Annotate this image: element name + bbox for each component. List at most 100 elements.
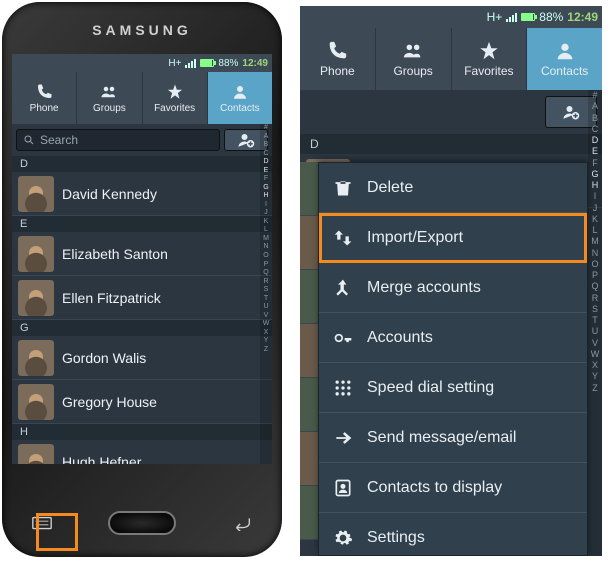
back-icon	[231, 515, 253, 531]
groups-icon	[402, 40, 424, 62]
arrow-right-icon	[333, 428, 353, 448]
tab-label: Contacts	[541, 64, 588, 78]
status-bar: H+ 88% 12:49	[300, 6, 602, 28]
trash-icon	[333, 178, 353, 198]
network-type-icon: H+	[168, 58, 181, 69]
menu-import-export[interactable]: Import/Export	[319, 213, 587, 263]
menu-delete[interactable]: Delete	[319, 163, 587, 213]
tab-groups[interactable]: Groups	[376, 28, 452, 90]
signal-icon	[506, 13, 517, 22]
tab-label: Groups	[93, 103, 126, 114]
search-icon	[23, 134, 35, 146]
tab-favorites[interactable]: Favorites	[452, 28, 528, 90]
menu-speed-dial[interactable]: Speed dial setting	[319, 363, 587, 413]
gear-icon	[333, 528, 353, 548]
top-tabs: Phone Groups Favorites Contacts	[12, 72, 272, 124]
tab-label: Favorites	[154, 103, 195, 114]
contact-row[interactable]: Elizabeth Santon	[12, 232, 272, 276]
hw-home-button[interactable]	[108, 511, 176, 535]
partial-contact-avatars	[300, 162, 318, 556]
section-header-e: E	[12, 216, 272, 232]
groups-icon	[100, 83, 118, 101]
avatar	[18, 444, 54, 465]
menu-label: Accounts	[367, 329, 433, 347]
menu-label: Import/Export	[367, 229, 463, 247]
menu-send-message[interactable]: Send message/email	[319, 413, 587, 463]
menu-contacts-display[interactable]: Contacts to display	[319, 463, 587, 513]
tab-phone[interactable]: Phone	[12, 72, 77, 124]
contact-row[interactable]: David Kennedy	[12, 172, 272, 216]
contact-row[interactable]: Hugh Hefner	[12, 440, 272, 464]
menu-label: Delete	[367, 179, 413, 197]
contacts-icon	[333, 478, 353, 498]
star-icon	[478, 40, 500, 62]
contact-name: Ellen Fitzpatrick	[62, 290, 161, 306]
tab-favorites[interactable]: Favorites	[143, 72, 208, 124]
key-icon	[333, 328, 353, 348]
tab-contacts[interactable]: Contacts	[208, 72, 272, 124]
person-icon	[554, 40, 576, 62]
context-menu: Delete Import/Export Merge accounts Acco…	[318, 162, 588, 556]
signal-icon	[185, 59, 196, 68]
menu-label: Settings	[367, 529, 425, 547]
phone-device-frame: SAMSUNG H+ 88% 12:49 Phone Groups Favori…	[2, 2, 282, 557]
callout-highlight-menu-button	[36, 513, 78, 551]
phone-icon	[35, 83, 53, 101]
phone-screen: H+ 88% 12:49 Phone Groups Favorites Cont…	[12, 54, 272, 464]
contact-row[interactable]: Ellen Fitzpatrick	[12, 276, 272, 320]
contact-name: Gordon Walis	[62, 350, 146, 366]
contact-name: David Kennedy	[62, 186, 157, 202]
device-brand: SAMSUNG	[2, 22, 282, 38]
menu-accounts[interactable]: Accounts	[319, 313, 587, 363]
tab-label: Groups	[393, 64, 432, 78]
phone-screen-large: H+ 88% 12:49 Phone Groups Favorites Cont…	[300, 6, 602, 556]
search-row: Search	[12, 124, 272, 156]
merge-icon	[333, 278, 353, 298]
tab-groups[interactable]: Groups	[77, 72, 142, 124]
avatar	[18, 176, 54, 212]
menu-settings[interactable]: Settings	[319, 513, 587, 556]
alphabet-index[interactable]: #ABCDEFGHIJKLMNOPQRSTUVWXYZ	[588, 90, 602, 556]
top-tabs: Phone Groups Favorites Contacts	[300, 28, 602, 90]
contact-row[interactable]: Gregory House	[12, 380, 272, 424]
add-person-icon	[237, 131, 255, 149]
avatar	[18, 340, 54, 376]
phone-icon	[326, 40, 348, 62]
menu-label: Contacts to display	[367, 479, 502, 497]
menu-label: Send message/email	[367, 429, 516, 447]
tab-label: Favorites	[464, 64, 513, 78]
tab-label: Phone	[320, 64, 355, 78]
search-placeholder: Search	[40, 133, 78, 147]
contact-row[interactable]: Gordon Walis	[12, 336, 272, 380]
tab-label: Contacts	[220, 103, 259, 114]
star-icon	[166, 83, 184, 101]
dialpad-icon	[333, 378, 353, 398]
battery-icon	[200, 59, 214, 67]
menu-label: Speed dial setting	[367, 379, 494, 397]
alphabet-index[interactable]: #ABCDEFGHIJKLMNOPQRSTUVWXYZ	[260, 124, 272, 464]
section-header-h: H	[12, 424, 272, 440]
battery-percentage: 88%	[218, 58, 238, 69]
menu-merge-accounts[interactable]: Merge accounts	[319, 263, 587, 313]
search-row	[300, 90, 602, 134]
avatar	[18, 384, 54, 420]
network-type-icon: H+	[487, 10, 503, 24]
tab-contacts[interactable]: Contacts	[527, 28, 602, 90]
section-header-d: D	[300, 134, 602, 154]
battery-icon	[521, 13, 535, 21]
add-person-icon	[562, 103, 580, 121]
tab-label: Phone	[30, 103, 59, 114]
status-bar: H+ 88% 12:49	[12, 54, 272, 72]
person-icon	[231, 83, 249, 101]
contact-name: Hugh Hefner	[62, 454, 141, 465]
contact-name: Gregory House	[62, 394, 157, 410]
battery-percentage: 88%	[539, 10, 563, 24]
search-input[interactable]: Search	[16, 129, 220, 151]
menu-label: Merge accounts	[367, 279, 481, 297]
hw-back-button[interactable]	[227, 513, 257, 533]
contact-name: Elizabeth Santon	[62, 246, 168, 262]
tab-phone[interactable]: Phone	[300, 28, 376, 90]
section-header-g: G	[12, 320, 272, 336]
clock-time: 12:49	[242, 58, 268, 69]
clock-time: 12:49	[567, 10, 598, 24]
